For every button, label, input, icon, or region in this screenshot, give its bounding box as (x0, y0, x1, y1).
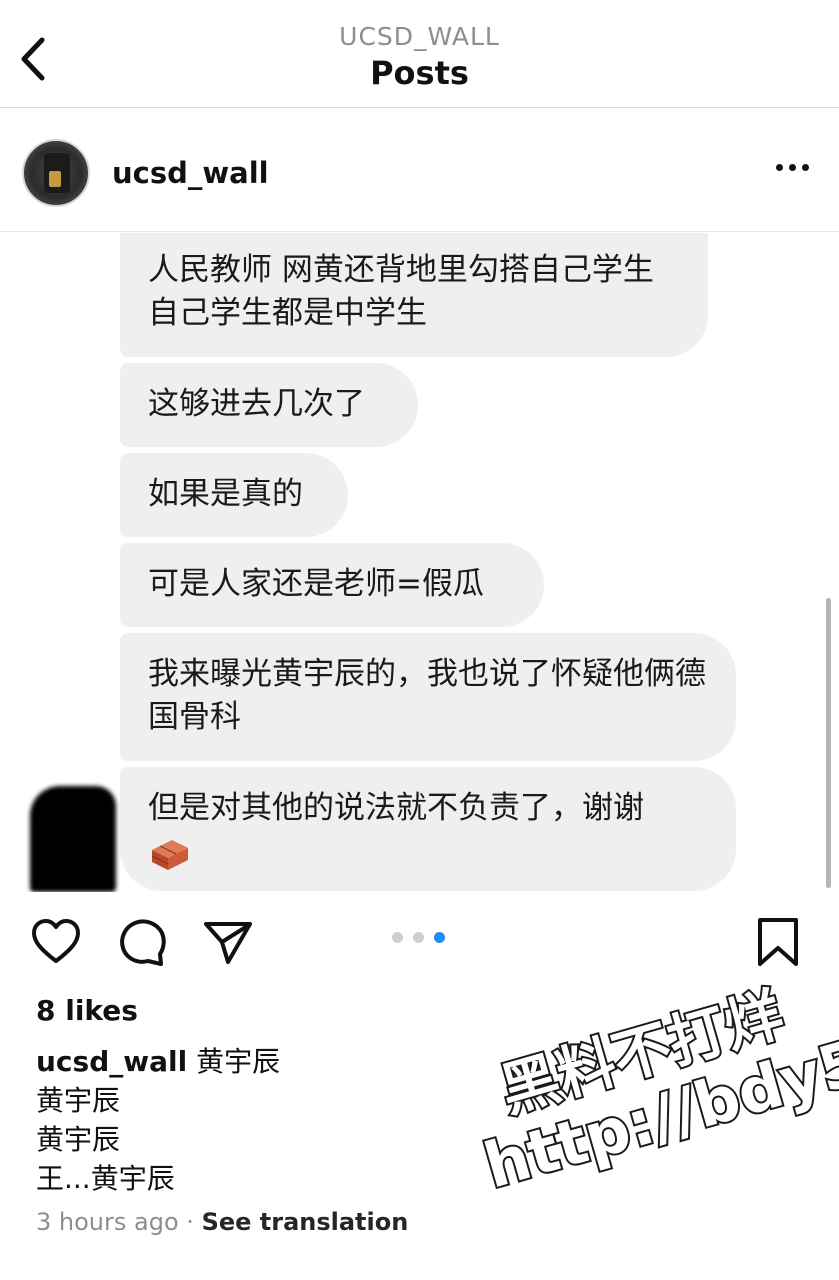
more-horizontal-icon (776, 164, 783, 171)
share-button[interactable] (202, 916, 254, 968)
comment-icon (120, 919, 166, 966)
bookmark-icon (758, 918, 798, 966)
post-media[interactable]: 人民教师 网黄还背地里勾搭自己学生 自己学生都是中学生 这够进去几次了 如果是真… (0, 233, 839, 892)
carousel-dot (392, 932, 403, 943)
caption-username[interactable]: ucsd_wall (36, 1045, 187, 1078)
watermark-line-2: http://bdy5.co (474, 994, 839, 1204)
caption-first-line: ucsd_wall 黄宇辰 (36, 1042, 280, 1081)
post-actions (0, 912, 839, 976)
save-button[interactable] (752, 916, 804, 968)
top-navigation-bar: UCSD_WALL Posts (0, 0, 839, 108)
carousel-indicator (392, 932, 445, 943)
caption-line: 王...黄宇辰 (36, 1162, 175, 1195)
chat-bubble-last: 但是对其他的说法就不负责了，谢谢 (120, 767, 736, 891)
post-timestamp: 3 hours ago (36, 1208, 179, 1236)
caption-line: 黄宇辰 (36, 1084, 121, 1117)
chat-bubble: 这够进去几次了 (120, 363, 418, 447)
paper-plane-icon (204, 922, 252, 964)
post-header: ucsd_wall (0, 108, 839, 232)
avatar-screen (49, 171, 61, 187)
more-dot (789, 164, 796, 171)
heart-icon (32, 919, 80, 963)
carousel-dot (413, 932, 424, 943)
scrollbar[interactable] (826, 598, 831, 888)
page-title: Posts (370, 54, 469, 92)
caption-line: 黄宇辰 (36, 1123, 121, 1156)
see-translation-link[interactable]: See translation (202, 1208, 409, 1236)
chat-bubble-text: 但是对其他的说法就不负责了，谢谢 (148, 790, 644, 826)
meta-separator: · (186, 1208, 194, 1236)
brick-icon (151, 840, 188, 870)
post-meta: 3 hours ago · See translation (36, 1208, 408, 1236)
chat-bubble: 可是人家还是老师=假瓜 (120, 543, 544, 627)
comment-button[interactable] (116, 916, 168, 968)
chat-bubble: 人民教师 网黄还背地里勾搭自己学生 自己学生都是中学生 (120, 233, 708, 357)
caption-text: 黄宇辰 (196, 1045, 281, 1078)
like-button[interactable] (30, 916, 82, 968)
chat-bubble: 我来曝光黄宇辰的，我也说了怀疑他俩德国骨科 (120, 633, 736, 761)
redacted-avatar (30, 786, 116, 892)
avatar[interactable] (22, 139, 90, 207)
likes-count[interactable]: 8 likes (36, 994, 138, 1027)
account-name: UCSD_WALL (339, 22, 500, 51)
chat-bubble: 如果是真的 (120, 453, 348, 537)
more-options-button[interactable] (776, 164, 809, 171)
post-username[interactable]: ucsd_wall (112, 156, 269, 190)
more-dot (802, 164, 809, 171)
carousel-dot-active (434, 932, 445, 943)
post-caption: ucsd_wall 黄宇辰 黄宇辰 黄宇辰 王...黄宇辰 (36, 1042, 280, 1198)
